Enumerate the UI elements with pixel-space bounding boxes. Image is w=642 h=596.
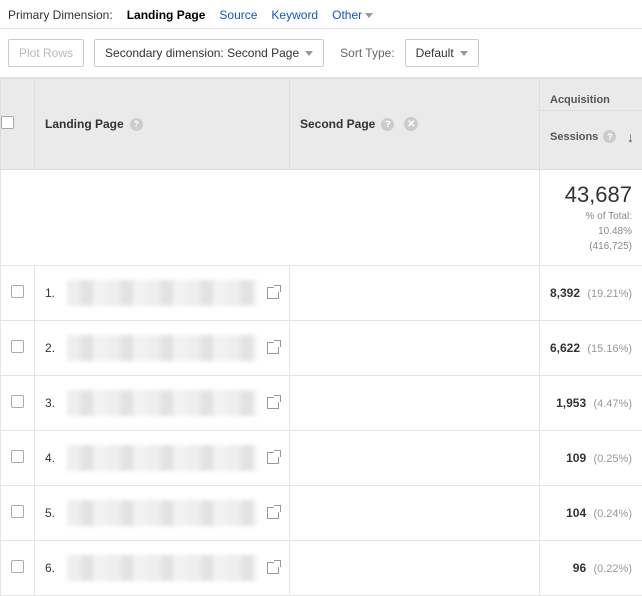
checkbox-icon[interactable] bbox=[11, 340, 24, 353]
other-label: Other bbox=[332, 8, 362, 22]
remove-dimension-icon[interactable]: ✕ bbox=[404, 117, 418, 131]
primary-dimension-current[interactable]: Landing Page bbox=[127, 8, 206, 22]
toolbar: Plot Rows Secondary dimension: Second Pa… bbox=[0, 29, 642, 78]
primary-dimension-source[interactable]: Source bbox=[219, 8, 257, 22]
report-table: Landing Page ? Second Page ? ✕ Acquisiti… bbox=[0, 78, 642, 596]
row-number: 1. bbox=[45, 286, 57, 300]
sessions-pct: (15.16%) bbox=[587, 343, 632, 355]
checkbox-icon[interactable] bbox=[11, 395, 24, 408]
sessions-pct-label: % of Total: bbox=[550, 210, 632, 223]
sort-type-value: Default bbox=[416, 46, 454, 60]
row-number: 6. bbox=[45, 561, 57, 575]
table-row: 3. 1,953 (4.47%) bbox=[1, 376, 642, 431]
checkbox-icon[interactable] bbox=[11, 450, 24, 463]
primary-dimension-other[interactable]: Other bbox=[332, 8, 373, 22]
sessions-value: 1,953 bbox=[556, 396, 586, 410]
redacted-text bbox=[67, 280, 257, 306]
row-number: 2. bbox=[45, 341, 57, 355]
sort-type-dropdown[interactable]: Default bbox=[405, 39, 479, 67]
second-page-header-label: Second Page bbox=[300, 117, 375, 131]
table-row: 1. 8,392 (19.21%) bbox=[1, 266, 642, 321]
primary-dimension-bar: Primary Dimension: Landing Page Source K… bbox=[0, 0, 642, 29]
sessions-value: 104 bbox=[566, 506, 586, 520]
caret-down-icon bbox=[460, 51, 468, 56]
checkbox-icon[interactable] bbox=[1, 116, 14, 129]
table-row: 4. 109 (0.25%) bbox=[1, 431, 642, 486]
primary-dimension-label: Primary Dimension: bbox=[8, 8, 113, 22]
sessions-pct-value: 10.48% bbox=[550, 225, 632, 238]
secondary-dimension-label: Secondary dimension: Second Page bbox=[105, 46, 299, 60]
help-icon[interactable]: ? bbox=[603, 130, 616, 143]
sessions-pct: (0.25%) bbox=[593, 453, 632, 465]
landing-page-header-label: Landing Page bbox=[45, 117, 124, 131]
sessions-pct: (0.24%) bbox=[593, 508, 632, 520]
secondary-dimension-dropdown[interactable]: Secondary dimension: Second Page bbox=[94, 39, 324, 67]
sessions-pct: (19.21%) bbox=[587, 288, 632, 300]
sessions-value: 6,622 bbox=[550, 341, 580, 355]
row-number: 3. bbox=[45, 396, 57, 410]
sessions-value: 109 bbox=[566, 451, 586, 465]
redacted-text bbox=[67, 335, 257, 361]
sessions-value: 8,392 bbox=[550, 286, 580, 300]
checkbox-icon[interactable] bbox=[11, 285, 24, 298]
redacted-text bbox=[67, 500, 257, 526]
sessions-pct-base: (416,725) bbox=[550, 240, 632, 253]
sessions-header-label: Sessions bbox=[550, 131, 598, 143]
redacted-text bbox=[67, 445, 257, 471]
summary-row: 43,687 % of Total: 10.48% (416,725) bbox=[1, 170, 642, 266]
landing-page-header[interactable]: Landing Page ? bbox=[35, 79, 289, 169]
help-icon[interactable]: ? bbox=[130, 118, 143, 131]
redacted-text bbox=[67, 555, 257, 581]
caret-down-icon bbox=[365, 13, 373, 18]
row-number: 4. bbox=[45, 451, 57, 465]
select-all-cell[interactable] bbox=[1, 79, 35, 170]
sessions-pct: (0.22%) bbox=[593, 563, 632, 575]
sort-desc-icon: ↓ bbox=[627, 129, 634, 145]
open-link-icon[interactable] bbox=[267, 397, 279, 409]
table-row: 2. 6,622 (15.16%) bbox=[1, 321, 642, 376]
open-link-icon[interactable] bbox=[267, 287, 279, 299]
redacted-text bbox=[67, 390, 257, 416]
acquisition-header: Acquisition bbox=[540, 86, 642, 111]
second-page-header[interactable]: Second Page ? ✕ bbox=[290, 79, 539, 169]
help-icon[interactable]: ? bbox=[381, 118, 394, 131]
sessions-header[interactable]: Sessions ? ↓ bbox=[540, 111, 642, 163]
open-link-icon[interactable] bbox=[267, 342, 279, 354]
open-link-icon[interactable] bbox=[267, 507, 279, 519]
open-link-icon[interactable] bbox=[267, 452, 279, 464]
sessions-pct: (4.47%) bbox=[593, 398, 632, 410]
sessions-total: 43,687 bbox=[550, 182, 632, 208]
checkbox-icon[interactable] bbox=[11, 560, 24, 573]
primary-dimension-keyword[interactable]: Keyword bbox=[271, 8, 318, 22]
sessions-value: 96 bbox=[573, 561, 586, 575]
table-row: 5. 104 (0.24%) bbox=[1, 486, 642, 541]
table-row: 6. 96 (0.22%) bbox=[1, 541, 642, 596]
caret-down-icon bbox=[305, 51, 313, 56]
sort-type-label: Sort Type: bbox=[340, 46, 394, 60]
checkbox-icon[interactable] bbox=[11, 505, 24, 518]
row-number: 5. bbox=[45, 506, 57, 520]
open-link-icon[interactable] bbox=[267, 562, 279, 574]
plot-rows-button[interactable]: Plot Rows bbox=[8, 39, 84, 67]
